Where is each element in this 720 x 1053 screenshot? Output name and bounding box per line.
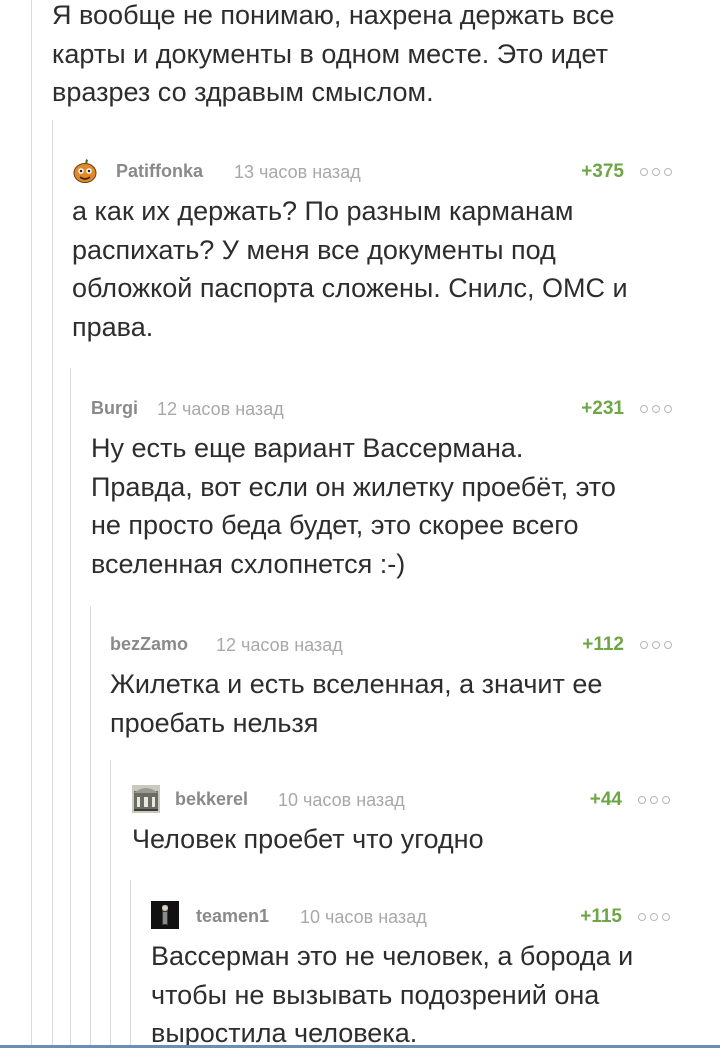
thread-line-2 [52,120,53,1048]
comment-author[interactable]: Burgi [91,398,138,419]
comment-rating: +231 [581,398,624,419]
comment-header: Burgi 12 часов назад +231 [91,395,680,429]
comment-header: bezZamo 12 часов назад +112 [110,631,680,665]
comment-time: 10 часов назад [300,907,427,927]
comment-time: 13 часов назад [234,162,361,182]
comment-header: Patiffonka 13 часов назад +375 [72,158,680,192]
comment-bekkerel: bekkerel 10 часов назад +44 Человек прое… [132,785,678,859]
comment-rating: +112 [582,634,624,655]
comment-burgi: Burgi 12 часов назад +231 Ну есть еще ва… [91,395,680,583]
building-avatar-icon[interactable] [132,785,160,813]
comment-author[interactable]: bezZamo [110,634,188,655]
comment-time: 12 часов назад [216,635,343,655]
comment-header: teamen1 10 часов назад +115 [151,901,678,937]
comment-thread: Я вообще не понимаю, нахрена держать все… [0,0,720,1048]
comment-author[interactable]: bekkerel [175,789,248,810]
more-options-icon[interactable] [638,912,678,922]
comment-text: Ну есть еще вариант Вассермана. Правда, … [91,433,616,579]
comment-rating: +115 [580,906,622,927]
thread-line-4 [90,606,91,1048]
more-options-icon[interactable] [640,640,680,650]
comment-text: Жилетка и есть вселенная, а значит ее пр… [110,669,603,738]
comment-teamen1: teamen1 10 часов назад +115 Вассерман эт… [151,901,678,1053]
pumpkin-avatar-icon[interactable] [72,158,98,184]
comment-author[interactable]: teamen1 [196,906,269,927]
more-options-icon[interactable] [638,795,678,805]
comment-text: а как их держать? По разным карманам рас… [72,196,628,342]
comment-bezzamo: bezZamo 12 часов назад +112 Жилетка и ес… [110,631,680,742]
comment-header: bekkerel 10 часов назад +44 [132,785,678,820]
comment-rating: +44 [589,789,622,810]
thread-line-5 [110,760,111,1048]
more-options-icon[interactable] [640,404,680,414]
comment-time: 12 часов назад [157,399,284,419]
comment-patiffonka: Patiffonka 13 часов назад +375 а как их … [72,158,680,346]
thread-line-1 [31,0,32,1048]
comment-author[interactable]: Patiffonka [116,161,203,182]
thread-line-3 [70,368,71,1048]
comment-rating: +375 [581,161,624,182]
comment-text: Человек проебет что угодно [132,824,484,854]
comment-text: Вассерман это не человек, а борода и что… [151,941,634,1048]
parent-comment: Я вообще не понимаю, нахрена держать все… [52,0,712,112]
thread-line-6 [130,880,131,1048]
comment-time: 10 часов назад [278,790,405,810]
parent-comment-text: Я вообще не понимаю, нахрена держать все… [52,0,615,107]
more-options-icon[interactable] [640,167,680,177]
dark-figure-avatar-icon[interactable] [151,901,179,929]
